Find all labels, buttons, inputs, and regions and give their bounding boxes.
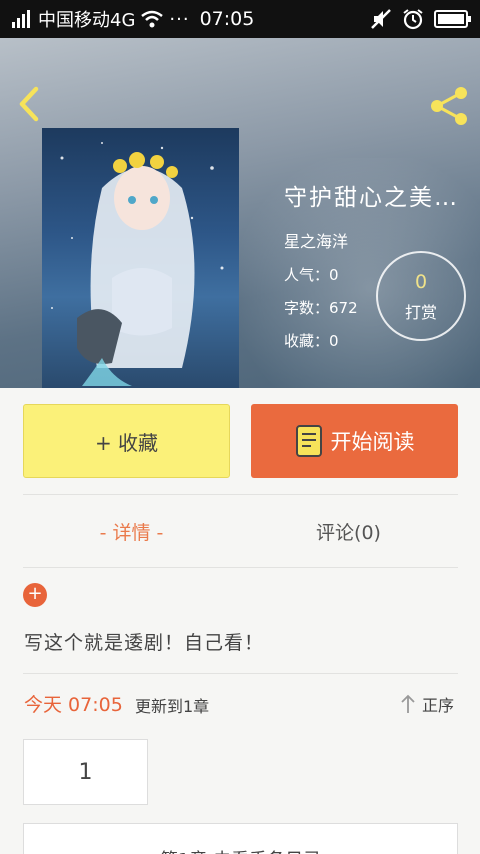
sort-order-button[interactable]: 正序	[400, 692, 454, 716]
chevron-left-icon	[19, 86, 39, 122]
start-reading-button[interactable]: 开始阅读	[251, 404, 458, 478]
reward-button[interactable]: 0 打赏	[376, 251, 466, 341]
book-header: 守护甜心之美… 星之海洋 人气：0 字数：672 收藏：0 0 打赏	[0, 38, 480, 388]
divider	[23, 673, 458, 674]
arrow-up-icon	[401, 694, 415, 713]
book-description: 写这个就是逶剧！自己看！	[24, 632, 265, 654]
divider	[23, 494, 458, 495]
share-icon	[431, 87, 467, 125]
mute-icon	[371, 9, 391, 29]
expand-plus-icon[interactable]: +	[23, 583, 47, 607]
tab-comments[interactable]: 评论(0)	[240, 505, 457, 557]
reward-count: 0	[414, 271, 428, 293]
more-notifications-icon: ···	[169, 8, 190, 30]
divider	[23, 567, 458, 568]
alarm-icon	[403, 9, 423, 30]
book-title: 守护甜心之美…	[284, 185, 459, 211]
book-author[interactable]: 星之海洋	[284, 228, 474, 252]
status-bar: 中国移动4G ··· 07:05	[0, 0, 480, 38]
add-favorite-button[interactable]: + 收藏	[23, 404, 230, 478]
book-cover-image[interactable]	[42, 128, 239, 388]
battery-icon	[434, 10, 471, 28]
book-icon	[295, 425, 322, 457]
back-button[interactable]	[12, 84, 48, 124]
tab-details[interactable]: - 详情 -	[23, 505, 240, 557]
carrier-label: 中国移动4G	[38, 10, 136, 31]
sort-order-label: 正序	[422, 696, 455, 715]
update-info: 更新到1章	[135, 697, 210, 716]
chapter-page-selector[interactable]: 1	[23, 739, 148, 805]
reward-label: 打赏	[404, 303, 437, 322]
chapter-list-item[interactable]: 第1章 未看手备日录	[23, 823, 458, 854]
signal-icon	[12, 10, 30, 28]
wifi-icon	[141, 10, 164, 28]
clock-time: 07:05	[199, 8, 255, 30]
start-reading-label: 开始阅读	[330, 430, 415, 454]
update-time: 今天 07:05	[24, 694, 123, 716]
share-button[interactable]	[428, 84, 472, 128]
